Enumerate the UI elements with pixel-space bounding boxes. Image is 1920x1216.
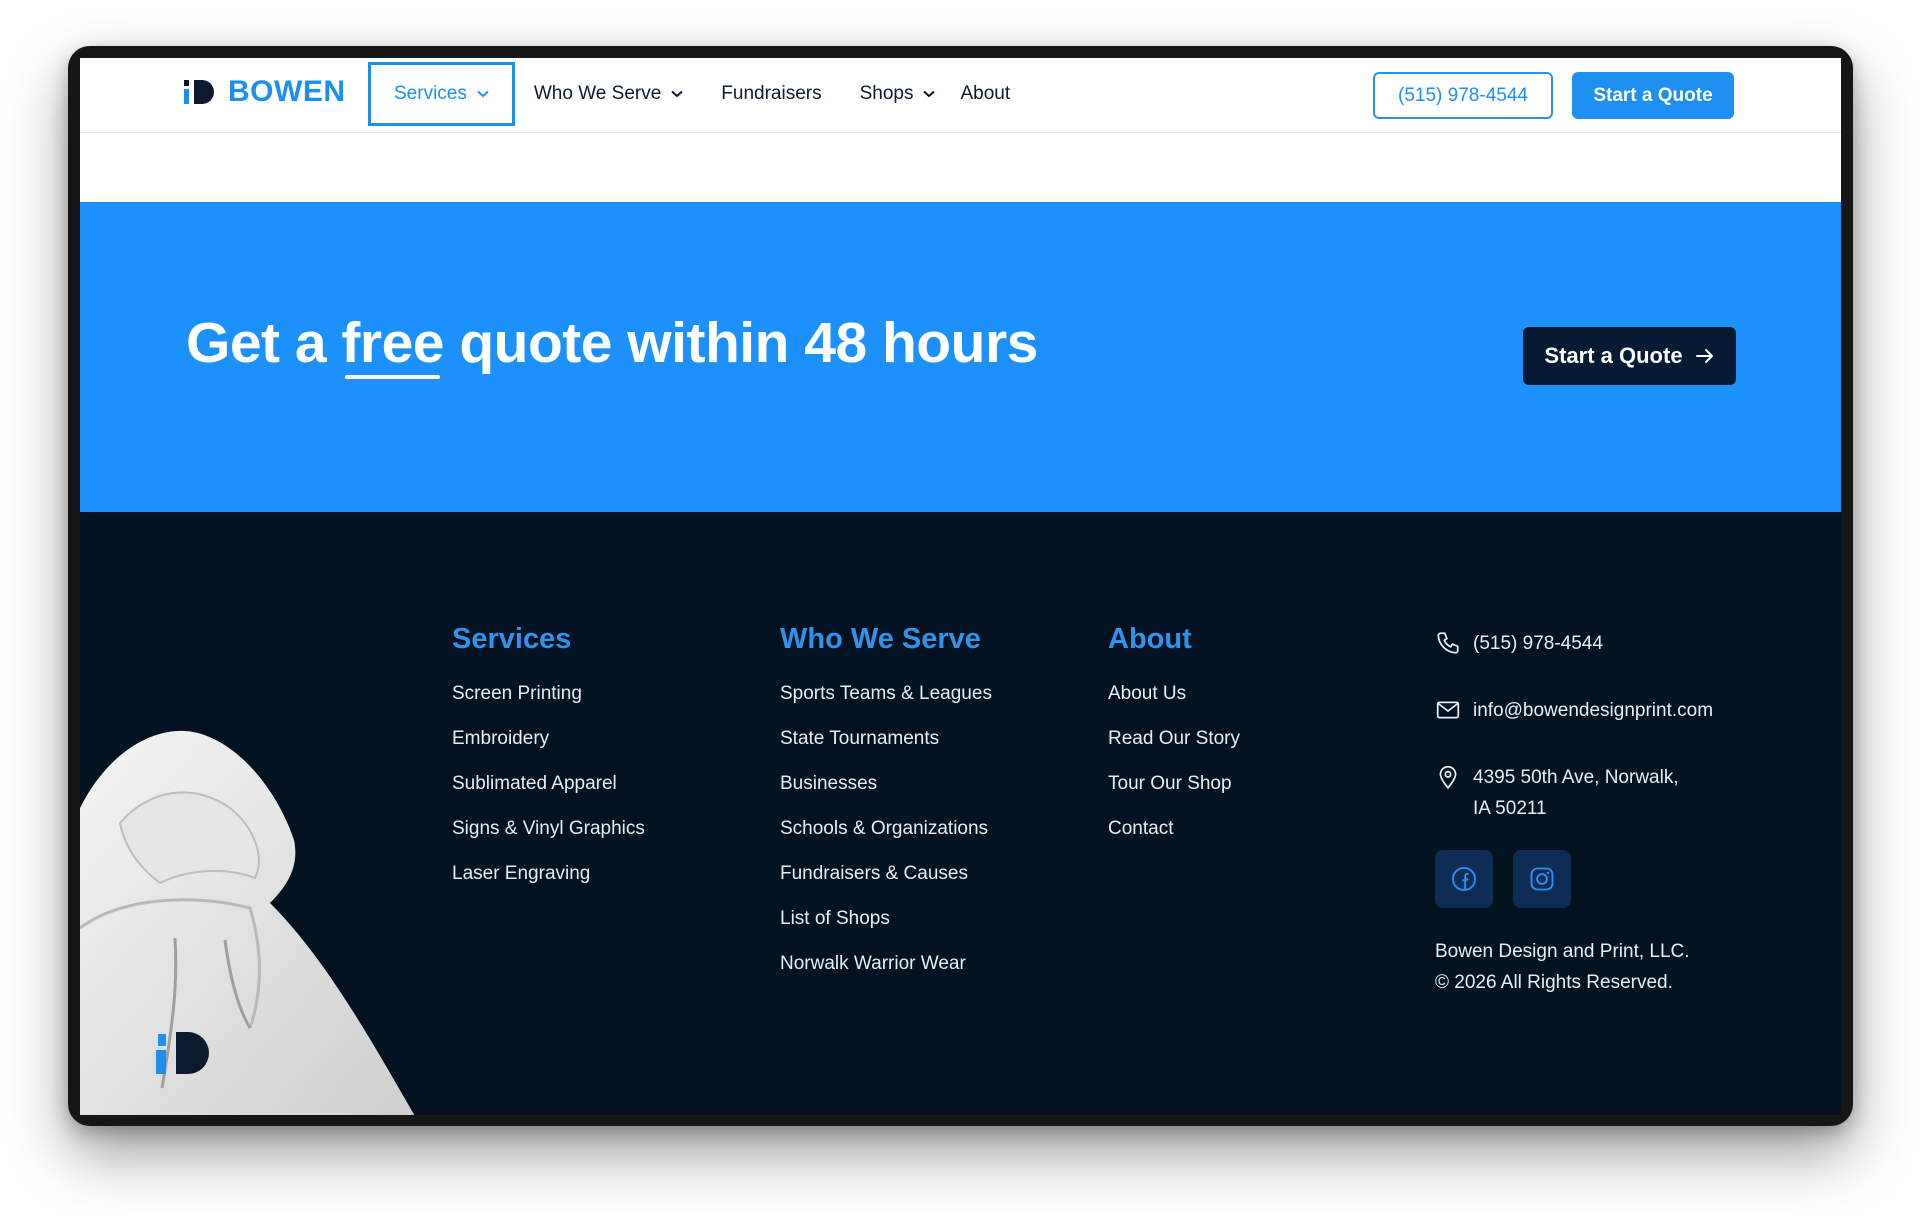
nav-item-label: Who We Serve (533, 83, 662, 104)
footer-link[interactable]: Norwalk Warrior Wear (780, 953, 992, 998)
footer-link[interactable]: Signs & Vinyl Graphics (452, 818, 645, 863)
mail-icon (1436, 701, 1460, 719)
nav-item-label: About (960, 83, 1011, 104)
footer-column-about: About About Us Read Our Story Tour Our S… (1108, 623, 1240, 863)
footer-link[interactable]: About Us (1108, 683, 1240, 728)
footer-link[interactable]: Sublimated Apparel (452, 773, 645, 818)
cta-title-start: Get a (186, 311, 342, 375)
nav-item-label: Fundraisers (721, 83, 822, 104)
logo-text: BOWEN (228, 75, 346, 108)
footer-contact: (515) 978-4544 info@bowendesignprint.com… (1435, 628, 1713, 998)
instagram-icon (1530, 867, 1554, 891)
browser-viewport: BOWEN Services Who We Serve Fundraisers … (80, 58, 1841, 1115)
address-line-2: IA 50211 (1473, 798, 1547, 819)
address-line-1: 4395 50th Ave, Norwalk, (1473, 767, 1679, 788)
nav-item-who-we-serve[interactable]: Who We Serve (515, 62, 702, 126)
hoodie-image (80, 730, 415, 1115)
footer-link[interactable]: Contact (1108, 818, 1240, 863)
cta-title-emphasis: free (341, 311, 444, 379)
logo[interactable]: BOWEN (184, 75, 346, 109)
phone-icon (1437, 632, 1459, 654)
contact-phone-text: (515) 978-4544 (1473, 633, 1603, 654)
footer-column-title: About (1108, 623, 1192, 655)
footer-link[interactable]: Screen Printing (452, 683, 645, 728)
location-pin-icon (1439, 765, 1457, 790)
facebook-button[interactable] (1435, 850, 1493, 908)
footer-column-title: Services (452, 623, 572, 655)
footer-link[interactable]: Laser Engraving (452, 863, 645, 908)
chevron-down-icon (671, 90, 683, 98)
cta-title-end: quote within 48 hours (443, 311, 1038, 375)
footer-column-who-we-serve: Who We Serve Sports Teams & Leagues Stat… (780, 623, 992, 998)
facebook-icon (1451, 866, 1477, 892)
cta-button-label: Start a Quote (1544, 343, 1683, 368)
bowen-logo-mark-icon (184, 80, 214, 104)
site-footer: Services Screen Printing Embroidery Subl… (80, 512, 1841, 1115)
footer-link[interactable]: Read Our Story (1108, 728, 1240, 773)
chevron-down-icon (923, 90, 936, 98)
start-quote-button[interactable]: Start a Quote (1572, 72, 1734, 119)
cta-banner: Get a free quote within 48 hours Start a… (80, 202, 1841, 512)
phone-button[interactable]: (515) 978-4544 (1373, 72, 1553, 119)
site-header: BOWEN Services Who We Serve Fundraisers … (80, 58, 1841, 133)
main-nav: Services Who We Serve Fundraisers Shops … (368, 62, 1029, 126)
footer-link[interactable]: Sports Teams & Leagues (780, 683, 992, 728)
cta-title: Get a free quote within 48 hours (186, 310, 1038, 379)
footer-link[interactable]: Fundraisers & Causes (780, 863, 992, 908)
nav-item-label: Services (394, 83, 467, 104)
company-name: Bowen Design and Print, LLC. (1435, 941, 1690, 962)
chevron-down-icon (477, 90, 489, 98)
cta-start-quote-button[interactable]: Start a Quote (1523, 327, 1736, 385)
footer-link[interactable]: Embroidery (452, 728, 645, 773)
footer-column-services: Services Screen Printing Embroidery Subl… (452, 623, 645, 908)
copyright: Bowen Design and Print, LLC. © 2026 All … (1435, 936, 1713, 998)
contact-address[interactable]: 4395 50th Ave, Norwalk, IA 50211 (1435, 762, 1713, 824)
nav-item-about[interactable]: About (954, 62, 1029, 126)
footer-link[interactable]: Tour Our Shop (1108, 773, 1240, 818)
nav-item-label: Shops (859, 83, 914, 104)
contact-email-text: info@bowendesignprint.com (1473, 700, 1714, 721)
footer-link[interactable]: List of Shops (780, 908, 992, 953)
rights-text: © 2026 All Rights Reserved. (1435, 972, 1673, 993)
social-links (1435, 850, 1713, 908)
footer-column-title: Who We Serve (780, 623, 981, 655)
nav-item-shops[interactable]: Shops (841, 62, 955, 126)
footer-link[interactable]: State Tournaments (780, 728, 992, 773)
contact-email[interactable]: info@bowendesignprint.com (1435, 695, 1713, 726)
nav-item-services[interactable]: Services (368, 62, 515, 126)
contact-phone[interactable]: (515) 978-4544 (1435, 628, 1713, 659)
footer-link[interactable]: Businesses (780, 773, 992, 818)
contact-address-text: 4395 50th Ave, Norwalk, IA 50211 (1473, 762, 1679, 824)
nav-item-fundraisers[interactable]: Fundraisers (702, 62, 840, 126)
instagram-button[interactable] (1513, 850, 1571, 908)
arrow-right-icon (1695, 349, 1713, 363)
footer-link[interactable]: Schools & Organizations (780, 818, 992, 863)
